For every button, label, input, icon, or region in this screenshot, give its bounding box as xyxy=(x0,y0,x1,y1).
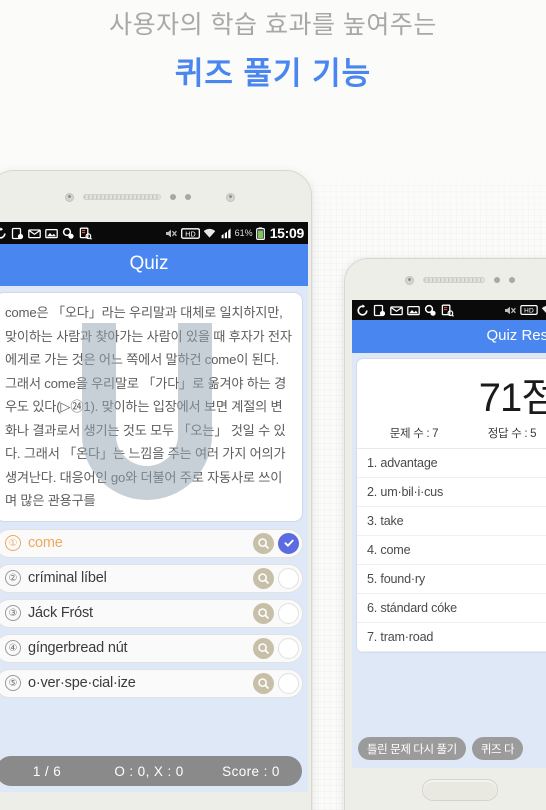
option-label: o·ver·spe·cial·ize xyxy=(28,675,136,691)
search-icon[interactable] xyxy=(253,567,274,589)
front-camera-icon xyxy=(65,192,74,202)
wifi-icon xyxy=(203,227,216,240)
retry-wrong-button[interactable]: 틀린 문제 다시 풀기 xyxy=(358,737,466,760)
quiz-option-row[interactable]: ④ gíngerbread nút xyxy=(0,633,303,663)
link-icon xyxy=(424,304,437,317)
page-stage: 사용자의 학습 효과를 높여주는 퀴즈 풀기 기능 HD 61% 15:09 Q… xyxy=(0,0,546,810)
signal-icon xyxy=(219,227,232,240)
mute-icon xyxy=(504,304,517,317)
list-item[interactable]: 6. stándard cóke xyxy=(357,594,546,623)
statusbar-notification-icons xyxy=(356,303,504,317)
result-word-list: 1. advantage 2. um·bil·i·cus 3. take 4. … xyxy=(357,448,546,652)
mute-icon xyxy=(165,227,178,240)
proximity-sensor-icon xyxy=(170,194,176,200)
quiz-option-row[interactable]: ⑤ o·ver·spe·cial·ize xyxy=(0,668,303,698)
hd-icon: HD xyxy=(520,304,538,317)
correct-count-label: 정답 수 : 5 xyxy=(487,428,537,440)
result-card: 71점 문제 수 : 7 정답 수 : 5 1. advantage 2. um… xyxy=(356,358,546,653)
option-radio[interactable] xyxy=(278,672,299,694)
quiz-screen: HD 61% 15:09 Quiz come은 「오다」라는 우리말과 대체로 … xyxy=(0,222,308,792)
option-label: gíngerbread nút xyxy=(28,640,128,656)
list-item[interactable]: 4. come xyxy=(357,536,546,565)
sim-card-icon xyxy=(373,304,386,317)
battery-percent-label: 61% xyxy=(234,228,253,238)
heading-title: 퀴즈 풀기 기능 xyxy=(174,56,372,91)
statusbar-system-icons: HD 61% 15:09 xyxy=(165,225,304,241)
list-item[interactable]: 7. tram·road xyxy=(357,623,546,652)
option-label: come xyxy=(28,535,63,551)
sim-card-icon xyxy=(11,227,24,240)
light-sensor-icon xyxy=(185,194,191,200)
front-camera-icon xyxy=(405,275,414,285)
quiz-ox-label: O : 0, X : 0 xyxy=(114,763,184,779)
option-number: ② xyxy=(5,570,21,586)
quiz-option-list: ① come ② críminal líbel ③ Jáck Fróst ④ g… xyxy=(0,528,303,698)
search-icon[interactable] xyxy=(253,602,274,624)
heading-subtitle: 사용자의 학습 효과를 높여주는 xyxy=(109,11,437,39)
document-icon xyxy=(79,227,92,240)
quiz-appbar-title: Quiz xyxy=(0,244,308,286)
quiz-footer-bar: 1 / 6 O : 0, X : 0 Score : 0 xyxy=(0,756,302,786)
svg-text:HD: HD xyxy=(524,306,534,314)
quiz-option-row[interactable]: ① come xyxy=(0,528,303,558)
quiz-phone-bezel xyxy=(0,171,311,223)
statusbar-notification-icons xyxy=(0,226,165,240)
result-statusbar: HD xyxy=(352,300,546,320)
hd-icon: HD xyxy=(180,227,200,240)
result-appbar-title: Quiz Result xyxy=(352,320,546,353)
search-icon[interactable] xyxy=(253,637,274,659)
result-score: 71점 xyxy=(478,376,546,420)
result-content: 71점 문제 수 : 7 정답 수 : 5 1. advantage 2. um… xyxy=(352,353,546,768)
document-icon xyxy=(441,304,454,317)
list-item[interactable]: 3. take xyxy=(357,507,546,536)
option-checkmark-icon[interactable] xyxy=(278,532,299,554)
list-item[interactable]: 2. um·bil·i·cus xyxy=(357,478,546,507)
option-label: críminal líbel xyxy=(28,570,107,586)
wifi-icon xyxy=(541,304,546,317)
sync-icon xyxy=(0,226,7,240)
option-label: Jáck Fróst xyxy=(28,605,93,621)
battery-icon xyxy=(255,226,265,240)
sync-icon xyxy=(356,303,369,317)
option-number: ⑤ xyxy=(5,675,21,691)
quiz-passage-text: come은 「오다」라는 우리말과 대체로 일치하지만, 맞이하는 사람과 찾아… xyxy=(0,292,303,522)
quiz-content: come은 「오다」라는 우리말과 대체로 일치하지만, 맞이하는 사람과 찾아… xyxy=(0,286,308,792)
option-number: ④ xyxy=(5,640,21,656)
svg-text:HD: HD xyxy=(185,230,196,238)
option-number: ① xyxy=(5,535,21,551)
quiz-option-row[interactable]: ② críminal líbel xyxy=(0,563,303,593)
earpiece-speaker xyxy=(423,277,485,283)
option-radio[interactable] xyxy=(278,637,299,659)
result-action-buttons: 틀린 문제 다시 풀기 퀴즈 다 xyxy=(358,737,546,760)
secondary-sensor-icon xyxy=(226,192,235,202)
quiz-again-button[interactable]: 퀴즈 다 xyxy=(471,737,524,760)
result-screen: HD Quiz Result 71점 문제 수 : 7 정답 수 : 5 1 xyxy=(352,300,546,768)
quiz-progress-label: 1 / 6 xyxy=(32,763,62,779)
proximity-sensor-icon xyxy=(494,277,500,283)
option-radio[interactable] xyxy=(278,567,299,589)
search-icon[interactable] xyxy=(253,672,274,694)
image-icon xyxy=(45,227,58,240)
image-icon xyxy=(407,304,420,317)
mail-icon xyxy=(390,304,403,317)
quiz-statusbar: HD 61% 15:09 xyxy=(0,222,308,244)
option-radio[interactable] xyxy=(278,602,299,624)
home-button[interactable] xyxy=(422,779,498,801)
quiz-option-row[interactable]: ③ Jáck Fróst xyxy=(0,598,303,628)
link-icon xyxy=(62,227,75,240)
list-item[interactable]: 5. found·ry xyxy=(357,565,546,594)
list-item[interactable]: 1. advantage xyxy=(357,449,546,478)
statusbar-clock: 15:09 xyxy=(269,225,305,241)
question-count-label: 문제 수 : 7 xyxy=(389,428,439,440)
result-meta: 문제 수 : 7 정답 수 : 5 xyxy=(357,423,546,448)
result-phone-bezel xyxy=(345,259,546,301)
earpiece-speaker xyxy=(83,194,161,200)
search-icon[interactable] xyxy=(253,532,274,554)
option-number: ③ xyxy=(5,605,21,621)
statusbar-system-icons: HD xyxy=(504,304,546,317)
quiz-score-label: Score : 0 xyxy=(222,763,280,779)
light-sensor-icon xyxy=(509,277,515,283)
mail-icon xyxy=(28,227,41,240)
